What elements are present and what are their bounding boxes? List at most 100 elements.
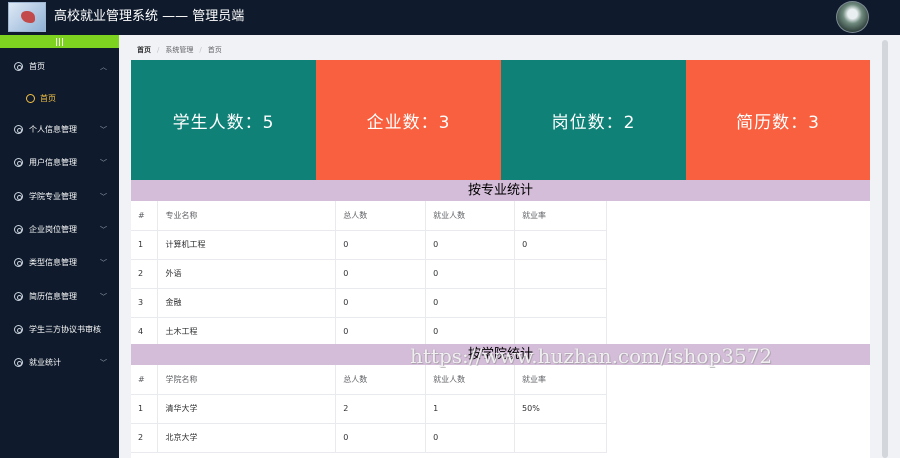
table-cell: 0 [514,230,607,260]
table-row: 3 金融 0 0 [131,288,607,318]
sidebar-item-label: 类型信息管理 [29,258,77,267]
sidebar-item-label: 企业岗位管理 [29,225,77,234]
college-stats-table: # 学院名称 总人数 就业人数 就业率 1 清华大学 2 1 50% 2 北京大… [131,365,607,453]
gear-icon [14,258,23,267]
table-row: 4 土木工程 0 0 [131,317,607,347]
table-cell: 0 [425,259,516,289]
sidebar-item-agreement-review[interactable]: 学生三方协议书审核 [0,319,119,341]
breadcrumb-item[interactable]: 首页 [137,46,151,54]
table-cell: 2 [131,423,159,453]
chevron-down-icon: ﹀ [100,126,107,134]
breadcrumb-item[interactable]: 系统管理 [165,46,193,54]
column-header: 就业人数 [425,201,516,231]
table-cell: 外语 [157,259,337,289]
dashboard-panel: 学生人数：5 企业数：3 岗位数：2 简历数：3 按专业统计 # 专业名称 总人… [131,60,870,458]
stat-card-resumes: 简历数：3 [686,60,870,180]
table-header-row: # 专业名称 总人数 就业人数 就业率 [131,201,607,231]
breadcrumb-item: 首页 [207,46,222,54]
stat-card-companies: 企业数：3 [316,60,501,180]
table-header-row: # 学院名称 总人数 就业人数 就业率 [131,365,607,395]
column-header: 学院名称 [157,365,337,395]
chevron-up-icon: ︿ [100,63,107,71]
column-header: 就业率 [514,201,607,231]
major-stats-table: # 专业名称 总人数 就业人数 就业率 1 计算机工程 0 0 0 2 外语 0… [131,201,607,347]
chevron-down-icon: ﹀ [100,226,107,234]
sidebar-item-label: 用户信息管理 [29,158,77,167]
app-logo [8,2,46,32]
table-cell: 1 [425,394,516,424]
table-cell: 0 [335,423,427,453]
column-header: 就业率 [514,365,607,395]
column-header: # [131,365,159,395]
table-row: 2 外语 0 0 [131,259,607,289]
column-header: 就业人数 [425,365,516,395]
sidebar-item-personal-info[interactable]: 个人信息管理 ﹀ [0,119,119,141]
column-header: 总人数 [335,365,427,395]
table-cell: 清华大学 [157,394,337,424]
gear-icon [14,358,23,367]
table-cell [514,317,607,347]
table-cell: 北京大学 [157,423,337,453]
gear-icon [14,192,23,201]
gear-icon [14,125,23,134]
sidebar-item-label: 学院专业管理 [29,192,77,201]
sidebar-item-user-info[interactable]: 用户信息管理 ﹀ [0,152,119,174]
sidebar-item-label: 就业统计 [29,358,61,367]
column-header: # [131,201,159,231]
table-cell: 2 [131,259,159,289]
breadcrumb: 首页 / 系统管理 / 首页 [137,46,222,54]
sidebar-item-label: 首页 [29,62,45,71]
sidebar-subitem-home[interactable]: 首页 [0,88,119,110]
gear-icon [14,325,23,334]
sidebar-collapse-toggle[interactable]: ||| [0,35,119,48]
table-cell: 0 [335,288,427,318]
chevron-down-icon: ﹀ [100,159,107,167]
gear-icon [14,225,23,234]
section-title-by-major: 按专业统计 [131,180,870,201]
stat-card-jobs: 岗位数：2 [501,60,686,180]
table-cell: 0 [335,259,427,289]
table-row: 2 北京大学 0 0 [131,423,607,453]
section-title-by-college: 按学院统计 [131,344,870,365]
app-title: 高校就业管理系统 —— 管理员端 [54,9,245,24]
sidebar-item-label: 简历信息管理 [29,292,77,301]
sidebar-item-company-jobs[interactable]: 企业岗位管理 ﹀ [0,219,119,241]
sidebar-item-label: 个人信息管理 [29,125,77,134]
table-cell: 1 [131,230,159,260]
sidebar: ||| 首页 ︿ 首页 个人信息管理 ﹀ 用户信息管理 ﹀ 学院专业管理 ﹀ 企… [0,35,119,458]
chevron-down-icon: ﹀ [100,359,107,367]
sidebar-item-home[interactable]: 首页 ︿ [0,56,119,78]
chevron-down-icon: ﹀ [100,293,107,301]
table-cell: 土木工程 [157,317,337,347]
table-row: 1 清华大学 2 1 50% [131,394,607,424]
gear-icon [14,158,23,167]
table-cell: 3 [131,288,159,318]
top-header: 高校就业管理系统 —— 管理员端 [0,0,900,35]
table-cell: 0 [335,230,427,260]
page-scrollbar[interactable] [882,40,888,458]
table-cell: 0 [425,423,516,453]
column-header: 专业名称 [157,201,337,231]
column-header: 总人数 [335,201,427,231]
table-cell: 1 [131,394,159,424]
table-cell: 0 [425,288,516,318]
smile-icon [26,94,35,103]
sidebar-item-type-info[interactable]: 类型信息管理 ﹀ [0,252,119,274]
table-cell [514,259,607,289]
gear-icon [14,62,23,71]
sidebar-item-resume-info[interactable]: 简历信息管理 ﹀ [0,286,119,308]
table-cell: 0 [425,230,516,260]
sidebar-subitem-label: 首页 [40,94,56,103]
table-cell: 金融 [157,288,337,318]
table-cell: 计算机工程 [157,230,337,260]
sidebar-item-employment-stats[interactable]: 就业统计 ﹀ [0,352,119,374]
chevron-down-icon: ﹀ [100,193,107,201]
chevron-down-icon: ﹀ [100,259,107,267]
user-avatar[interactable] [836,1,869,33]
table-row: 1 计算机工程 0 0 0 [131,230,607,260]
sidebar-item-label: 学生三方协议书审核 [29,325,101,334]
table-cell: 0 [425,317,516,347]
table-cell: 4 [131,317,159,347]
stat-card-students: 学生人数：5 [131,60,316,180]
sidebar-item-college-major[interactable]: 学院专业管理 ﹀ [0,186,119,208]
